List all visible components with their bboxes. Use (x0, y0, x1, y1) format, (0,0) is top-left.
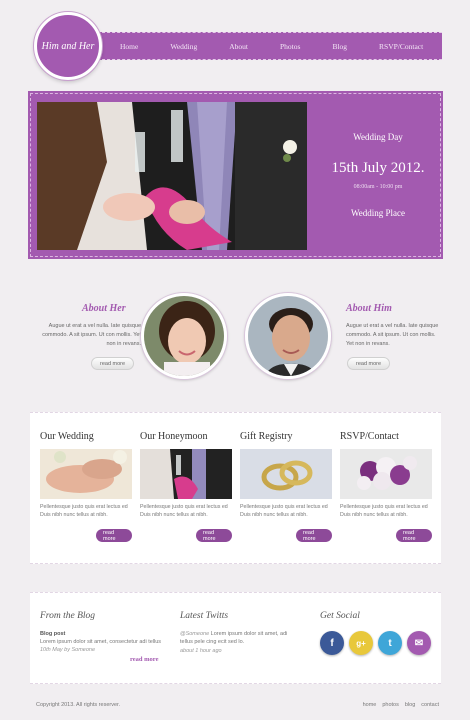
hero-photo (37, 102, 307, 250)
blog-heading: From the Blog (40, 611, 96, 621)
feature-heading: Our Honeymoon (140, 431, 208, 442)
hero-couple-image (37, 102, 307, 250)
feature-heading: Our Wedding (40, 431, 94, 442)
read-more-button[interactable]: read more (396, 529, 432, 542)
button-label: read more (103, 529, 116, 542)
button-label: read more (356, 360, 382, 367)
him-photo (248, 296, 328, 376)
feature-text: Pellentesque justo quis erat lectus ed D… (140, 504, 228, 518)
about-him-heading: About Him (346, 303, 392, 314)
tweet-handle[interactable]: @Someone (180, 631, 209, 637)
feature-text: Pellentesque justo quis erat lectus ed D… (340, 504, 428, 518)
nav-photos[interactable]: Photos (280, 42, 300, 51)
blog-post-text: Lorem ipsum dolor sit amet, consectetur … (40, 639, 162, 645)
hero-banner: Wedding Day 15th July 2012. 08:00am - 10… (30, 93, 441, 257)
about-him-text: Augue ut erat a vel nulla. Iate quisque … (346, 323, 439, 347)
her-portrait (141, 293, 227, 379)
button-label: read more (303, 529, 316, 542)
bottom-widgets: From the Blog Blog post Lorem ipsum dolo… (30, 592, 441, 684)
logo-text: Him and Her (41, 40, 95, 52)
social-heading: Get Social (320, 611, 360, 621)
feature-image[interactable] (240, 449, 332, 499)
footer-link-photos[interactable]: photos (382, 702, 399, 708)
twitter-icon[interactable]: t (378, 631, 402, 655)
facebook-icon[interactable]: f (320, 631, 344, 655)
footer-link-contact[interactable]: contact (421, 702, 439, 708)
blog-read-more-link[interactable]: read more (130, 656, 158, 664)
feature-text: Pellentesque justo quis erat lectus ed D… (40, 504, 128, 518)
copyright: Copyright 2013. All rights reserver. (36, 702, 121, 708)
hero-date: 15th July 2012. (331, 160, 425, 176)
nav-rsvp-contact[interactable]: RSVP/Contact (379, 42, 423, 51)
feature-heading: RSVP/Contact (340, 431, 399, 442)
hero-time: 08:00am - 10:00 pm (353, 184, 403, 190)
google-plus-icon[interactable]: g+ (349, 631, 373, 655)
features-section: Our Wedding Pellentesque justo quis erat… (30, 412, 441, 564)
about-him-read-more-button[interactable]: read more (347, 357, 391, 370)
feature-image[interactable] (340, 449, 432, 499)
site-logo[interactable]: Him and Her (34, 12, 102, 80)
hero-place: Wedding Place (350, 208, 405, 218)
email-icon[interactable]: ✉ (407, 631, 431, 655)
read-more-button[interactable]: read more (296, 529, 332, 542)
feature-image[interactable] (40, 449, 132, 499)
blog-post-meta: 10th May by Someone (40, 647, 96, 653)
hero-info: Wedding Day 15th July 2012. 08:00am - 10… (315, 94, 441, 258)
twitts-heading: Latest Twitts (180, 611, 229, 621)
footer-link-home[interactable]: home (363, 702, 377, 708)
honeymoon-image (140, 449, 232, 499)
about-her-heading: About Her (82, 303, 126, 314)
tweet-meta: about 1 hour ago (180, 648, 222, 654)
nav-wedding[interactable]: Wedding (170, 42, 197, 51)
nav-blog[interactable]: Blog (332, 42, 347, 51)
footer-nav: home photos blog contact (363, 702, 439, 708)
feature-heading: Gift Registry (240, 431, 293, 442)
about-her-read-more-button[interactable]: read more (91, 357, 135, 370)
him-portrait (245, 293, 331, 379)
read-more-button[interactable]: read more (196, 529, 232, 542)
button-label: read more (100, 360, 126, 367)
nav-about[interactable]: About (229, 42, 248, 51)
nav-home[interactable]: Home (120, 42, 138, 51)
about-her-text: Augue ut erat a vel nulla. Iate quisque … (42, 323, 141, 347)
wedding-hands-image (40, 449, 132, 499)
hero-title: Wedding Day (353, 132, 403, 142)
main-nav: Home Wedding About Photos Blog RSVP/Cont… (92, 32, 442, 60)
tweet: @Someone Lorem ipsum dolor sit amet, adi… (180, 630, 295, 646)
button-label: read more (403, 529, 416, 542)
bouquet-image (340, 449, 432, 499)
feature-text: Pellentesque justo quis erat lectus ed D… (240, 504, 328, 518)
her-photo (144, 296, 224, 376)
button-label: read more (203, 529, 216, 542)
read-more-button[interactable]: read more (96, 529, 132, 542)
blog-post-title[interactable]: Blog post (40, 630, 65, 638)
feature-image[interactable] (140, 449, 232, 499)
footer-link-blog[interactable]: blog (405, 702, 415, 708)
rings-image (240, 449, 332, 499)
